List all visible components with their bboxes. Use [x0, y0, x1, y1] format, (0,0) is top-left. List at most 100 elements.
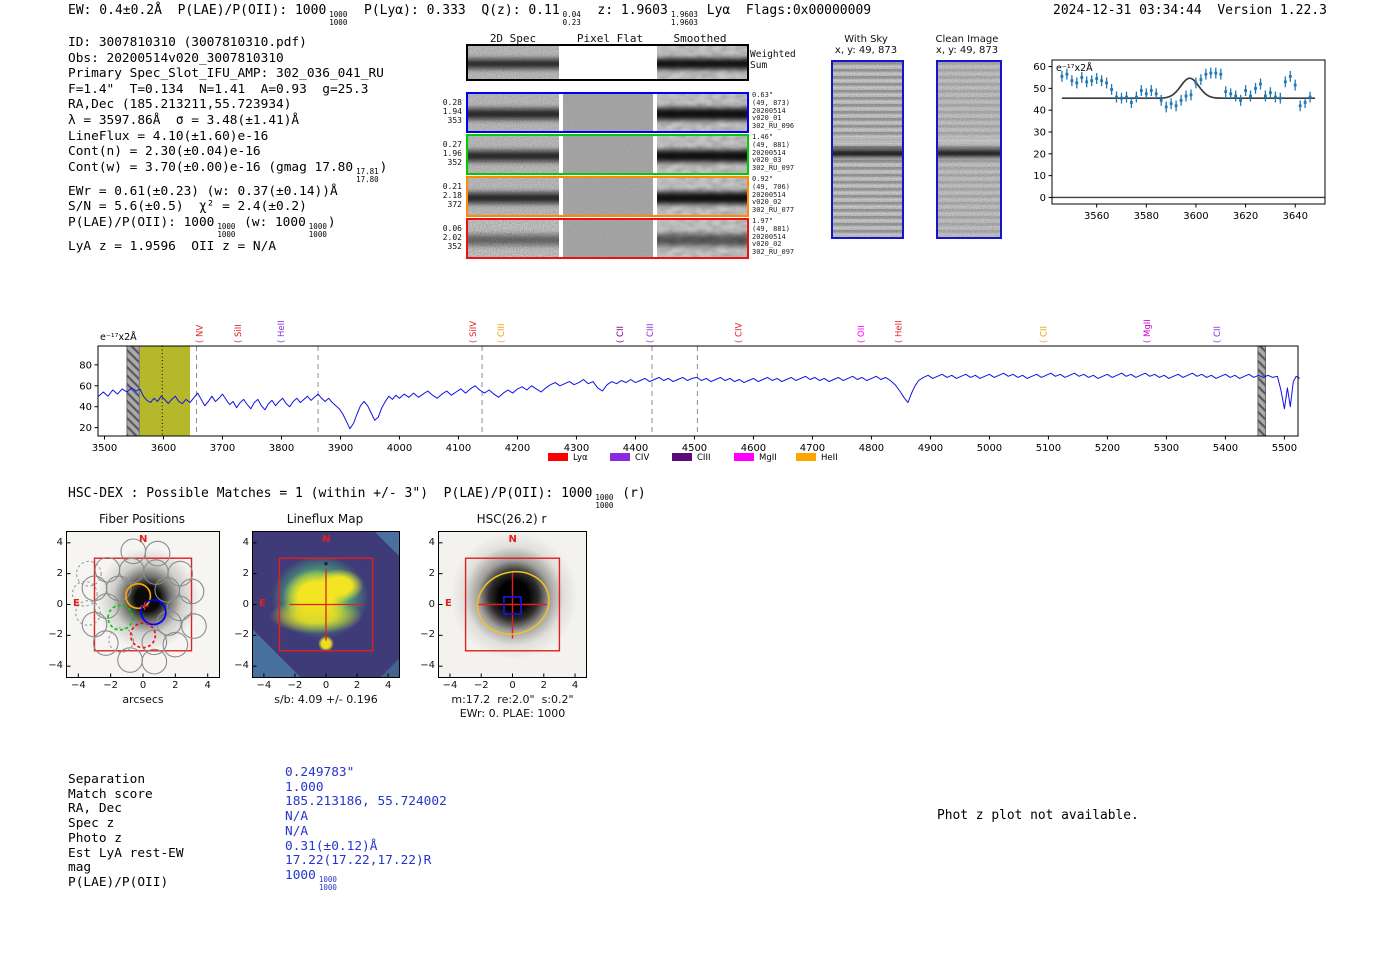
match-table-label-6: mag — [68, 860, 92, 876]
x-tick-label: −2 — [473, 680, 489, 691]
hsc-match-summary-line: HSC-DEX : Possible Matches = 1 (within +… — [68, 486, 646, 511]
info-line-4: RA,Dec (185.213211,55.723934) — [68, 97, 292, 113]
match-table-label-5: Est LyA rest-EW — [68, 845, 184, 861]
cutout-image-smoothed — [657, 178, 747, 215]
match-table-label-0: Separation — [68, 772, 146, 787]
svg-text:5400: 5400 — [1213, 443, 1238, 454]
svg-text:5500: 5500 — [1272, 443, 1297, 454]
y-tick-label: −4 — [420, 660, 435, 672]
svg-text:Lyα: Lyα — [573, 453, 588, 463]
info-line-1: Obs: 20200514v020_3007810310 — [68, 50, 284, 66]
match-table-label-7: P(LAE)/P(OII) — [68, 874, 169, 890]
svg-text:( SiIV: ( SiIV — [469, 321, 479, 343]
cutout-image-2dspec — [468, 46, 559, 79]
match-table-values: 0.249783" 1.000 185.213186, 55.724002 N/A N/… — [285, 765, 447, 893]
y-tick-label: 4 — [242, 536, 249, 548]
cutout-image-smoothed — [657, 94, 747, 131]
hsc_image-overlay — [439, 542, 576, 677]
lineflux_map-title: Lineflux Map — [286, 512, 364, 526]
x-tick-label: −4 — [256, 680, 272, 691]
match-table-value-2: 185.213186, 55.724002 — [285, 794, 447, 810]
x-tick-label: 2 — [540, 680, 547, 691]
info-line-10: S/N = 5.6(±0.5) χ² = 2.4(±0.2) — [68, 199, 307, 215]
match-table-value-6: 17.22(17.22,17.22)R — [285, 853, 432, 869]
cutout-image-2dspec — [468, 94, 559, 131]
y-tick-label: −4 — [48, 660, 63, 672]
cutout-row-left-labels: 0.28 1.94 353 — [442, 98, 462, 125]
info-line-5: λ = 3597.86Å σ = 3.48(±1.41)Å — [68, 112, 300, 128]
svg-text:3700: 3700 — [210, 443, 235, 454]
cutout-image-pixelflat — [563, 94, 653, 131]
svg-text:MgII: MgII — [759, 453, 777, 463]
svg-text:( HeII: ( HeII — [895, 320, 905, 343]
hsc_image-xlabel-1: m:17.2 re:2.0" s:0.2" — [451, 693, 574, 706]
photz-note: Phot z plot not available. — [937, 808, 1139, 823]
spectrum-svg: 3500 3600 3700 3800 3900 4000 4100 4200 4300 4400… — [79, 319, 1301, 463]
svg-text:5000: 5000 — [977, 443, 1002, 454]
svg-text:( MgII: ( MgII — [1143, 319, 1153, 343]
svg-text:20: 20 — [1033, 149, 1046, 160]
x-tick-label: 2 — [353, 680, 361, 691]
svg-text:10: 10 — [1033, 171, 1046, 182]
svg-text:3500: 3500 — [92, 443, 117, 454]
stacked-fraction: 1000 1000 — [217, 222, 236, 240]
svg-text:4900: 4900 — [918, 443, 943, 454]
cutout-row-right-labels: 0.63" (49, 873) 20200514 v020_01 302_RU_096 — [752, 91, 795, 131]
svg-text:( CII: ( CII — [616, 326, 626, 343]
emission-line-fit-plot: 3560 3580 3600 3620 3640 0 10 20 30 40 50 60 e⁻¹⁷x2Å — [1018, 48, 1333, 230]
svg-text:( CII: ( CII — [1213, 326, 1223, 343]
x-tick-label: 0 — [139, 680, 147, 691]
svg-text:HeII: HeII — [821, 453, 838, 463]
svg-text:3620: 3620 — [1233, 211, 1258, 222]
x-tick-label: −2 — [287, 680, 303, 691]
fiber_positions-title: Fiber Positions — [98, 512, 186, 526]
hsc_image-north-label: N — [508, 534, 517, 545]
sky-panel-image-0 — [831, 60, 904, 239]
cutout-image-smoothed — [657, 46, 747, 79]
svg-text:( CIII: ( CIII — [646, 324, 656, 343]
cutout-row-left-labels: 0.21 2.18 372 — [442, 182, 462, 209]
svg-text:( SiII: ( SiII — [234, 324, 244, 343]
svg-text:( CII: ( CII — [1040, 326, 1050, 343]
x-tick-label: −2 — [103, 680, 119, 691]
svg-text:( CIV: ( CIV — [735, 323, 745, 343]
svg-text:60: 60 — [1033, 62, 1046, 73]
y-tick-label: −2 — [48, 629, 63, 641]
stacked-fraction: 0.04 0.23 — [562, 10, 581, 28]
cutout-row-left-labels: 0.06 2.02 352 — [442, 224, 462, 251]
cutout-image-2dspec — [468, 178, 559, 215]
cutout-row-4 — [466, 218, 749, 259]
y-tick-label: −4 — [234, 660, 249, 672]
report-page: EW: 0.4±0.2Å P(LAE)/P(OII): 1000 1000 1000… — [0, 0, 1400, 953]
x-tick-label: 4 — [384, 680, 392, 691]
svg-text:e⁻¹⁷x2Å: e⁻¹⁷x2Å — [1056, 62, 1093, 74]
match-table-label-1: Match score — [68, 786, 153, 802]
info-line-0: ID: 3007810310 (3007810310.pdf) — [68, 35, 307, 50]
match-table-value-7: 1000 1000 1000 — [285, 867, 337, 893]
cutout-image-pixelflat — [563, 178, 653, 215]
stacked-fraction: 1000 1000 — [318, 875, 337, 893]
y-tick-label: 2 — [56, 567, 63, 579]
lineflux_map-plot: N E −4 −4 −2 −2 0 0 2 2 4 4 s/b: 4.09 +/- 0.196 — [234, 531, 400, 706]
svg-text:3600: 3600 — [1183, 211, 1208, 222]
info-line-7: Cont(n) = 2.30(±0.04)e-16 — [68, 144, 261, 160]
match-table-label-3: Spec z — [68, 816, 115, 832]
svg-text:4100: 4100 — [446, 443, 471, 454]
svg-text:5300: 5300 — [1154, 443, 1179, 454]
stacked-fraction: 1000 1000 — [329, 10, 348, 28]
svg-text:CIII: CIII — [697, 453, 710, 463]
hsc_image-xlabel-2: EWr: 0. PLAE: 1000 — [459, 707, 566, 720]
fiber_positions-plot: N E −4 −4 −2 −2 0 0 2 2 4 4 arcsecs — [48, 531, 220, 706]
x-tick-label: −4 — [442, 680, 458, 691]
svg-text:4800: 4800 — [859, 443, 884, 454]
y-tick-label: 0 — [242, 598, 249, 610]
cutout-row-3 — [466, 176, 749, 217]
cutout-row-1 — [466, 92, 749, 133]
y-tick-label: 0 — [428, 598, 435, 610]
lineflux_map-east-label: E — [259, 597, 266, 609]
cutout-row-right-labels: 1.46" (49, 881) 20200514 v020_03 302_RU_097 — [752, 133, 795, 173]
detection-info-block: ID: 3007810310 (3007810310.pdf) Obs: 2020… — [68, 35, 387, 255]
svg-text:5100: 5100 — [1036, 443, 1061, 454]
info-line-11: P(LAE)/P(OII): 1000 1000 1000 (w: 1000 1000… — [68, 215, 336, 240]
lineflux_map-north-label: N — [322, 534, 331, 545]
